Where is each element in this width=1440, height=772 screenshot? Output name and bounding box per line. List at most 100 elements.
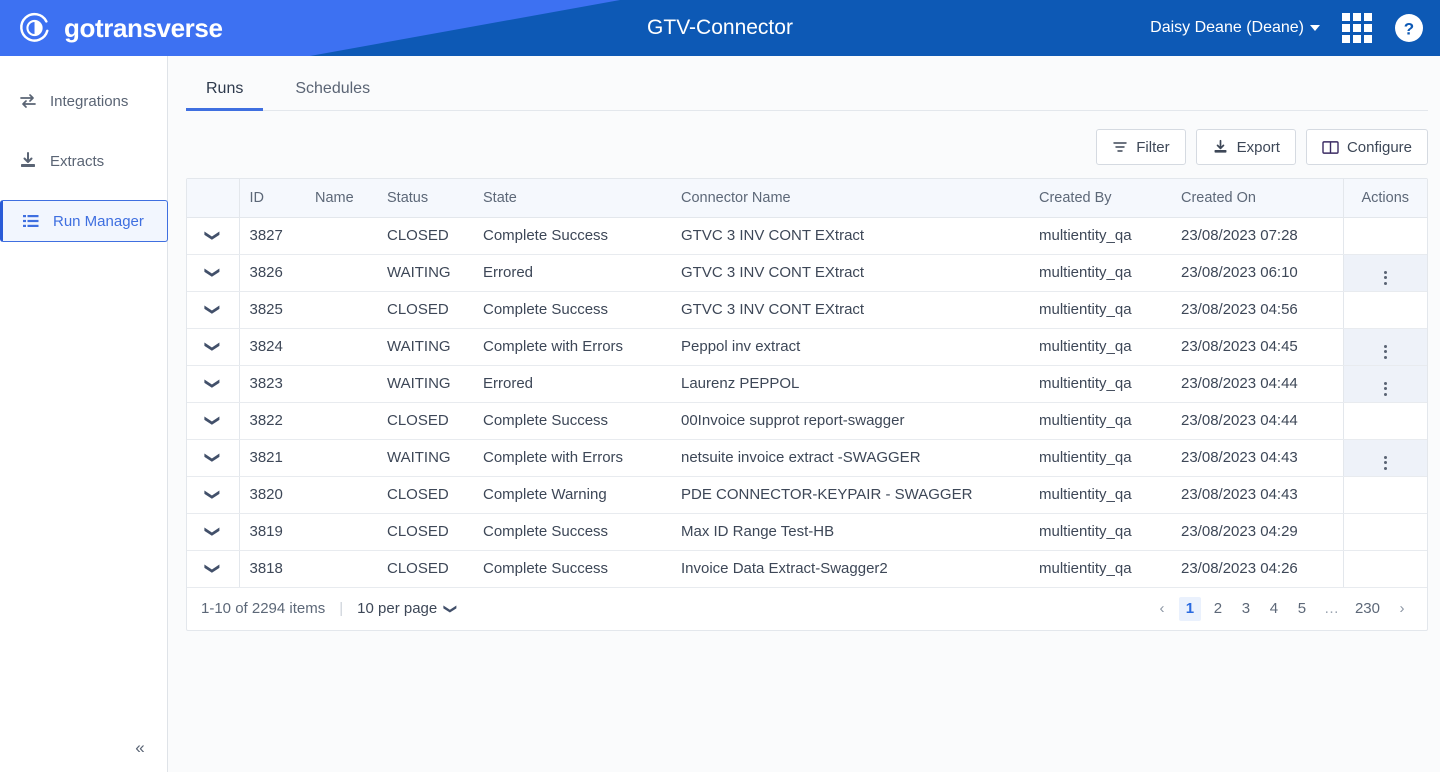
export-button[interactable]: Export — [1195, 129, 1296, 165]
pagination-prev[interactable]: ‹ — [1151, 597, 1173, 621]
pagination-page-5[interactable]: 5 — [1291, 597, 1313, 621]
col-header-name[interactable]: Name — [305, 179, 377, 218]
configure-label: Configure — [1346, 138, 1412, 156]
filter-lines-icon — [1112, 139, 1128, 155]
chevron-down-icon[interactable]: ❯ — [204, 488, 221, 501]
kebab-menu-icon[interactable] — [1383, 455, 1387, 470]
pagination-pages: ‹ 1 2 3 4 5 … 230 › — [1151, 596, 1413, 621]
kebab-menu-icon[interactable] — [1383, 381, 1387, 396]
table-row[interactable]: ❯ 3827 CLOSED Complete Success GTVC 3 INV CO… — [187, 217, 1427, 255]
pagination-next[interactable]: › — [1391, 597, 1413, 621]
cell-connector-name: Max ID Range Test-HB — [671, 513, 1029, 551]
chevron-down-icon[interactable]: ❯ — [204, 266, 221, 279]
app-root: gotransverse GTV-Connector Daisy Deane (… — [0, 0, 1440, 772]
row-expand-cell[interactable]: ❯ — [187, 254, 240, 292]
table-row[interactable]: ❯ 3821 WAITING Complete with Errors netsuite… — [187, 439, 1427, 477]
cell-created-on: 23/08/2023 04:43 — [1171, 439, 1343, 477]
chevron-down-icon: ❯ — [443, 603, 459, 614]
row-expand-cell[interactable]: ❯ — [187, 217, 240, 255]
row-expand-cell[interactable]: ❯ — [187, 291, 240, 329]
pagination-page-1[interactable]: 1 — [1178, 596, 1201, 621]
app-header: gotransverse GTV-Connector Daisy Deane (… — [0, 0, 1440, 56]
kebab-menu-icon[interactable] — [1383, 270, 1387, 285]
chevron-down-icon[interactable]: ❯ — [204, 303, 221, 316]
filter-button[interactable]: Filter — [1096, 129, 1186, 165]
chevron-down-icon[interactable]: ❯ — [204, 340, 221, 353]
table-row[interactable]: ❯ 3819 CLOSED Complete Success Max ID Range … — [187, 513, 1427, 551]
pagination-page-230[interactable]: 230 — [1350, 597, 1385, 621]
cell-actions[interactable] — [1342, 365, 1427, 403]
sidebar-item-run-manager[interactable]: Run Manager — [0, 200, 168, 242]
sidebar-item-extracts[interactable]: Extracts — [0, 140, 167, 182]
table-row[interactable]: ❯ 3818 CLOSED Complete Success Invoice Data … — [187, 550, 1427, 588]
row-expand-cell[interactable]: ❯ — [187, 550, 240, 588]
row-expand-cell[interactable]: ❯ — [187, 365, 240, 403]
chevron-down-icon[interactable]: ❯ — [204, 414, 221, 427]
columns-layout-icon — [1322, 140, 1339, 155]
row-expand-cell[interactable]: ❯ — [187, 328, 240, 366]
configure-button[interactable]: Configure — [1305, 129, 1428, 165]
chevron-down-icon[interactable]: ❯ — [204, 562, 221, 575]
download-tray-icon — [18, 151, 38, 171]
user-menu[interactable]: Daisy Deane (Deane) — [1150, 19, 1320, 37]
brand[interactable]: gotransverse — [0, 11, 340, 45]
chevron-down-icon[interactable]: ❯ — [204, 525, 221, 538]
pagination-page-3[interactable]: 3 — [1235, 597, 1257, 621]
col-header-state[interactable]: State — [473, 179, 671, 218]
cell-state: Complete Warning — [473, 476, 671, 514]
cell-created-on: 23/08/2023 04:29 — [1171, 513, 1343, 551]
cell-actions[interactable] — [1342, 328, 1427, 366]
cell-actions[interactable] — [1342, 254, 1427, 292]
sidebar-collapse-button[interactable]: « — [126, 734, 154, 762]
table-row[interactable]: ❯ 3825 CLOSED Complete Success GTVC 3 INV CO… — [187, 291, 1427, 329]
table-row[interactable]: ❯ 3822 CLOSED Complete Success 00Invoice sup… — [187, 402, 1427, 440]
row-expand-cell[interactable]: ❯ — [187, 476, 240, 514]
per-page-select[interactable]: 10 per page ❯ — [357, 600, 459, 617]
col-header-status[interactable]: Status — [377, 179, 473, 218]
cell-id: 3826 — [239, 254, 305, 292]
cell-id: 3824 — [239, 328, 305, 366]
cell-status: CLOSED — [377, 217, 473, 255]
col-header-created-on[interactable]: Created On — [1171, 179, 1343, 218]
main-content: Runs Schedules Filter Export Configure I… — [168, 56, 1440, 772]
pagination-page-2[interactable]: 2 — [1207, 597, 1229, 621]
chevron-down-icon[interactable]: ❯ — [204, 377, 221, 390]
chevron-down-icon[interactable]: ❯ — [204, 451, 221, 464]
cell-name — [305, 439, 377, 477]
sidebar-item-integrations[interactable]: Integrations — [0, 80, 167, 122]
kebab-menu-icon[interactable] — [1383, 344, 1387, 359]
cell-state: Complete Success — [473, 550, 671, 588]
row-expand-cell[interactable]: ❯ — [187, 513, 240, 551]
sidebar-item-label: Integrations — [50, 92, 129, 110]
runs-table: ID Name Status State Connector Name Crea… — [187, 179, 1427, 588]
help-question-icon[interactable]: ? — [1394, 13, 1424, 43]
tab-runs[interactable]: Runs — [186, 80, 264, 111]
cell-connector-name: GTVC 3 INV CONT EXtract — [671, 217, 1029, 255]
pagination-page-4[interactable]: 4 — [1263, 597, 1285, 621]
chevron-down-icon[interactable]: ❯ — [204, 229, 221, 242]
cell-name — [305, 402, 377, 440]
tab-schedules[interactable]: Schedules — [275, 80, 390, 110]
table-row[interactable]: ❯ 3823 WAITING Errored Laurenz PEPPOL multien… — [187, 365, 1427, 403]
col-header-id[interactable]: ID — [239, 179, 305, 218]
cell-created-by: multientity_qa — [1029, 217, 1171, 255]
cell-id: 3823 — [239, 365, 305, 403]
runs-table-card: ID Name Status State Connector Name Crea… — [186, 178, 1428, 631]
table-row[interactable]: ❯ 3826 WAITING Errored GTVC 3 INV CONT EXtra… — [187, 254, 1427, 292]
cell-id: 3818 — [239, 550, 305, 588]
cell-actions[interactable] — [1342, 439, 1427, 477]
sidebar-item-label: Extracts — [50, 152, 105, 170]
chevron-down-icon — [1310, 25, 1320, 31]
cell-status: WAITING — [377, 439, 473, 477]
cell-name — [305, 291, 377, 329]
grid-apps-icon[interactable] — [1342, 13, 1372, 43]
cell-state: Complete Success — [473, 513, 671, 551]
cell-state: Complete Success — [473, 291, 671, 329]
table-row[interactable]: ❯ 3820 CLOSED Complete Warning PDE CONNECTOR… — [187, 476, 1427, 514]
table-row[interactable]: ❯ 3824 WAITING Complete with Errors Peppol i… — [187, 328, 1427, 366]
row-expand-cell[interactable]: ❯ — [187, 402, 240, 440]
col-header-connector-name[interactable]: Connector Name — [671, 179, 1029, 218]
row-expand-cell[interactable]: ❯ — [187, 439, 240, 477]
cell-created-on: 23/08/2023 04:56 — [1171, 291, 1343, 329]
col-header-created-by[interactable]: Created By — [1029, 179, 1171, 218]
